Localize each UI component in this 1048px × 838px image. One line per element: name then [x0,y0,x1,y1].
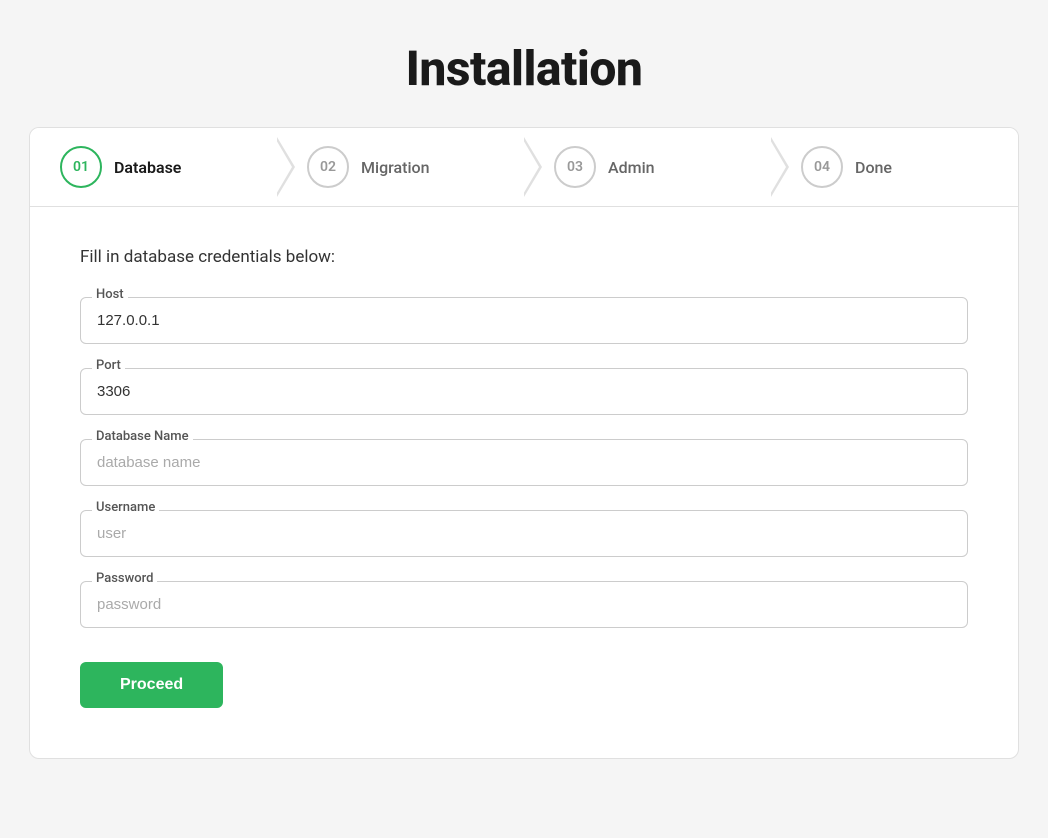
form-body: Fill in database credentials below: Host… [30,207,1018,758]
step-done[interactable]: 04 Done [771,128,1018,206]
password-input[interactable] [80,581,968,628]
password-field-group: Password [80,581,968,628]
username-input[interactable] [80,510,968,557]
form-description: Fill in database credentials below: [80,247,968,267]
username-field-group: Username [80,510,968,557]
database-name-input[interactable] [80,439,968,486]
step-label-admin: Admin [608,158,655,177]
step-admin[interactable]: 03 Admin [524,128,771,206]
password-label: Password [92,571,157,586]
port-input[interactable] [80,368,968,415]
port-field-group: Port [80,368,968,415]
step-badge-03: 03 [554,146,596,188]
host-input[interactable] [80,297,968,344]
host-label: Host [92,287,128,302]
page-title: Installation [406,40,643,97]
step-migration[interactable]: 02 Migration [277,128,524,206]
database-name-field-group: Database Name [80,439,968,486]
step-label-done: Done [855,158,892,177]
database-name-label: Database Name [92,429,193,444]
port-label: Port [92,358,125,373]
step-badge-04: 04 [801,146,843,188]
steps-header: 01 Database 02 Migration 03 Admin 04 Don… [30,128,1018,207]
step-label-migration: Migration [361,158,430,177]
username-label: Username [92,500,159,515]
proceed-button[interactable]: Proceed [80,662,223,708]
step-badge-02: 02 [307,146,349,188]
wizard-container: 01 Database 02 Migration 03 Admin 04 Don… [29,127,1019,759]
step-database[interactable]: 01 Database [30,128,277,206]
host-field-group: Host [80,297,968,344]
step-label-database: Database [114,158,181,177]
step-badge-01: 01 [60,146,102,188]
